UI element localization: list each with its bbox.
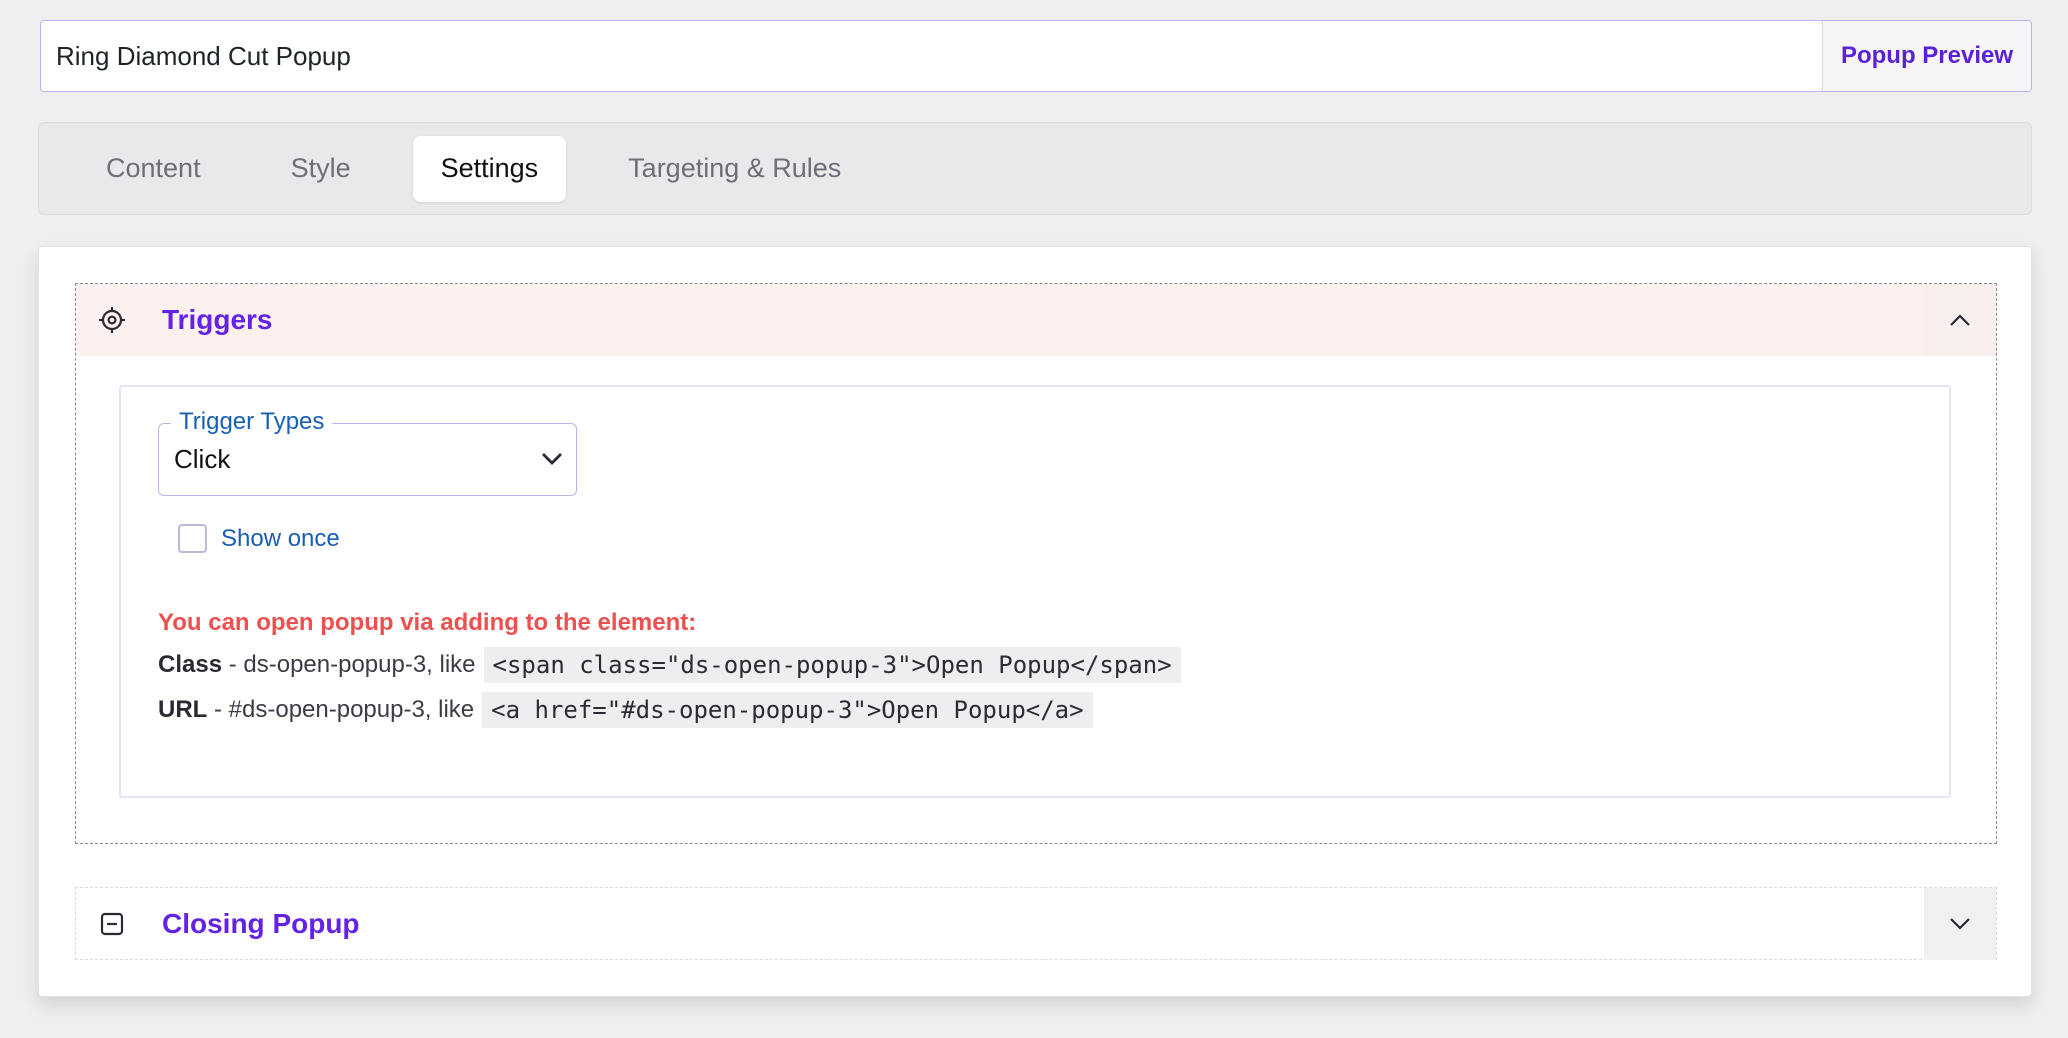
class-text: - ds-open-popup-3, like — [222, 651, 476, 678]
triggers-body: Trigger Types Click Show once You can op… — [119, 385, 1951, 798]
url-usage-line: URL - #ds-open-popup-3, like <a href="#d… — [158, 692, 1093, 728]
class-usage-line: Class - ds-open-popup-3, like <span clas… — [158, 647, 1181, 683]
closing-popup-header[interactable]: Closing Popup — [76, 888, 1996, 960]
minus-square-icon — [76, 888, 148, 960]
open-popup-note: You can open popup via adding to the ele… — [158, 609, 697, 636]
url-label: URL — [158, 696, 208, 723]
class-code-snippet: <span class="ds-open-popup-3">Open Popup… — [483, 647, 1181, 683]
popup-preview-button[interactable]: Popup Preview — [1822, 21, 2031, 91]
popup-title-row: Popup Preview — [40, 20, 2032, 92]
tab-settings[interactable]: Settings — [412, 135, 567, 202]
tab-content[interactable]: Content — [78, 136, 229, 202]
class-label: Class — [158, 651, 223, 678]
tab-targeting-rules[interactable]: Targeting & Rules — [600, 136, 869, 202]
target-icon — [76, 284, 148, 356]
url-code-snippet: <a href="#ds-open-popup-3">Open Popup</a… — [482, 692, 1093, 728]
triggers-title: Triggers — [162, 304, 273, 335]
tab-style[interactable]: Style — [263, 136, 379, 202]
chevron-down-icon[interactable] — [1924, 888, 1996, 960]
trigger-types-value: Click — [174, 444, 231, 474]
show-once-checkbox[interactable] — [178, 524, 207, 553]
settings-tabs: Content Style Settings Targeting & Rules — [38, 122, 2032, 215]
url-text: - #ds-open-popup-3, like — [207, 696, 475, 723]
closing-popup-title: Closing Popup — [162, 908, 360, 939]
closing-popup-section: Closing Popup — [75, 887, 1997, 960]
trigger-types-label: Trigger Types — [171, 407, 333, 437]
show-once-label[interactable]: Show once — [221, 525, 340, 553]
show-once-row: Show once — [178, 524, 340, 553]
settings-panel: Triggers Trigger Types Click Show once Y… — [38, 246, 2032, 997]
chevron-down-icon — [540, 450, 564, 471]
popup-title-input[interactable] — [41, 21, 1822, 91]
triggers-header[interactable]: Triggers — [76, 284, 1996, 356]
trigger-types-select[interactable]: Trigger Types Click — [158, 407, 577, 496]
chevron-up-icon[interactable] — [1924, 284, 1996, 356]
triggers-section: Triggers Trigger Types Click Show once Y… — [75, 283, 1997, 844]
